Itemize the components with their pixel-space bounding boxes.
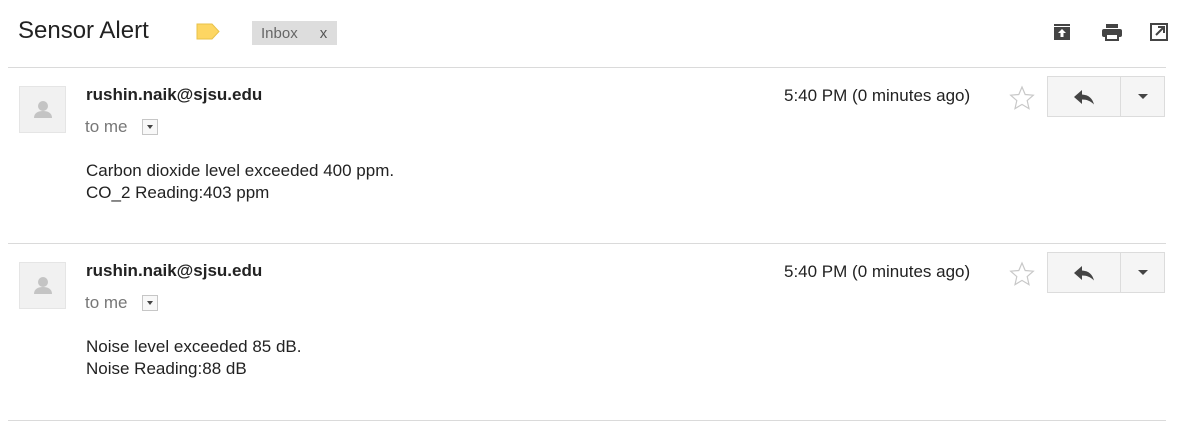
person-icon (34, 277, 52, 294)
person-icon (34, 101, 52, 118)
body-line: Noise Reading:88 dB (86, 359, 247, 378)
avatar (19, 86, 66, 133)
message-item: rushin.naik@sjsu.edu to me 5:40 PM (0 mi… (0, 67, 1190, 243)
star-icon[interactable] (1009, 261, 1035, 287)
message-item: rushin.naik@sjsu.edu to me 5:40 PM (0 mi… (0, 243, 1190, 419)
archive-icon[interactable] (1052, 22, 1072, 42)
chevron-down-icon (1137, 94, 1148, 99)
avatar (19, 262, 66, 309)
chevron-down-icon (1137, 270, 1148, 275)
recipient-label: to me (85, 293, 128, 312)
popout-icon[interactable] (1149, 22, 1169, 42)
thread-header: Sensor Alert Inbox x (0, 0, 1190, 68)
print-icon[interactable] (1101, 22, 1123, 42)
reply-button[interactable] (1047, 76, 1121, 117)
recipient-label: to me (85, 117, 128, 136)
email-thread-view: Sensor Alert Inbox x rushin.naik@sjsu.ed… (0, 0, 1190, 427)
remove-label-button[interactable]: x (320, 25, 328, 42)
body-line: Carbon dioxide level exceeded 400 ppm. (86, 161, 395, 180)
label-chip-text: Inbox (261, 24, 298, 42)
recipient-row: to me (85, 117, 158, 137)
message-body: Carbon dioxide level exceeded 400 ppm. C… (86, 160, 394, 204)
show-details-dropdown[interactable] (141, 119, 158, 135)
reply-icon (1074, 265, 1094, 280)
thread-subject: Sensor Alert (18, 17, 149, 44)
label-tag-icon[interactable] (196, 23, 220, 40)
message-time: 5:40 PM (0 minutes ago) (784, 262, 971, 281)
body-line: CO_2 Reading:403 ppm (86, 183, 270, 202)
message-time: 5:40 PM (0 minutes ago) (784, 86, 971, 105)
show-details-dropdown[interactable] (141, 295, 158, 311)
label-chip-inbox[interactable]: Inbox x (252, 21, 338, 45)
sender-email[interactable]: rushin.naik@sjsu.edu (86, 261, 262, 281)
reply-button-group (1047, 252, 1166, 293)
sender-email[interactable]: rushin.naik@sjsu.edu (86, 85, 262, 105)
message-body: Noise level exceeded 85 dB. Noise Readin… (86, 336, 301, 380)
more-options-button[interactable] (1120, 252, 1165, 293)
reply-button[interactable] (1047, 252, 1121, 293)
reply-button-group (1047, 76, 1166, 117)
body-line: Noise level exceeded 85 dB. (86, 337, 302, 356)
divider (8, 420, 1166, 421)
recipient-row: to me (85, 293, 158, 313)
star-icon[interactable] (1009, 85, 1035, 111)
more-options-button[interactable] (1120, 76, 1165, 117)
reply-icon (1074, 89, 1094, 104)
